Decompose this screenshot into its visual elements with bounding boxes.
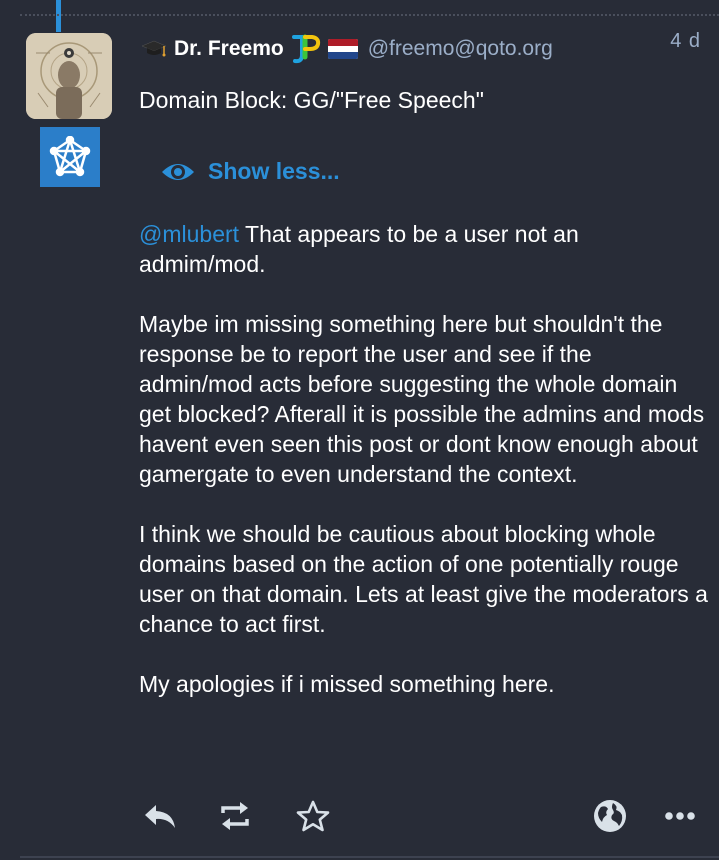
more-button[interactable] bbox=[657, 793, 703, 839]
netherlands-flag-icon bbox=[327, 39, 358, 59]
boost-button[interactable] bbox=[212, 793, 258, 839]
boost-icon bbox=[221, 802, 249, 830]
favourite-button[interactable] bbox=[290, 793, 336, 839]
content-paragraph: I think we should be cautious about bloc… bbox=[139, 521, 708, 637]
status-divider-bottom bbox=[20, 856, 719, 858]
mention-link[interactable]: @mlubert bbox=[139, 221, 239, 247]
timestamp[interactable]: 4 d bbox=[670, 30, 701, 53]
jp-emoji-icon bbox=[291, 34, 320, 64]
graduation-cap-icon bbox=[141, 40, 167, 57]
avatar[interactable] bbox=[26, 33, 112, 119]
reply-button[interactable] bbox=[137, 793, 183, 839]
star-icon bbox=[296, 800, 330, 832]
content-paragraph: Maybe im missing something here but shou… bbox=[139, 311, 705, 487]
content-paragraph: @mlubert That appears to be a user not a… bbox=[139, 221, 579, 277]
status-divider-top bbox=[20, 14, 719, 16]
action-bar bbox=[0, 793, 719, 839]
network-icon bbox=[40, 127, 100, 187]
thread-line bbox=[56, 0, 61, 32]
account-handle[interactable]: @freemo@qoto.org bbox=[368, 37, 553, 61]
globe-icon bbox=[594, 800, 626, 832]
eye-icon bbox=[162, 163, 194, 180]
reply-icon bbox=[145, 805, 175, 828]
content-paragraph: My apologies if i missed something here. bbox=[139, 671, 555, 697]
show-less-button[interactable]: Show less... bbox=[160, 158, 340, 185]
display-name[interactable]: Dr. Freemo bbox=[174, 37, 284, 61]
more-icon bbox=[665, 812, 695, 820]
status-content: @mlubert That appears to be a user not a… bbox=[139, 219, 711, 729]
status-header[interactable]: Dr. Freemo @freemo@qoto.org bbox=[140, 34, 699, 64]
visibility-button[interactable] bbox=[587, 793, 633, 839]
show-less-label: Show less... bbox=[208, 158, 340, 184]
content-warning-text: Domain Block: GG/"Free Speech" bbox=[139, 87, 484, 113]
